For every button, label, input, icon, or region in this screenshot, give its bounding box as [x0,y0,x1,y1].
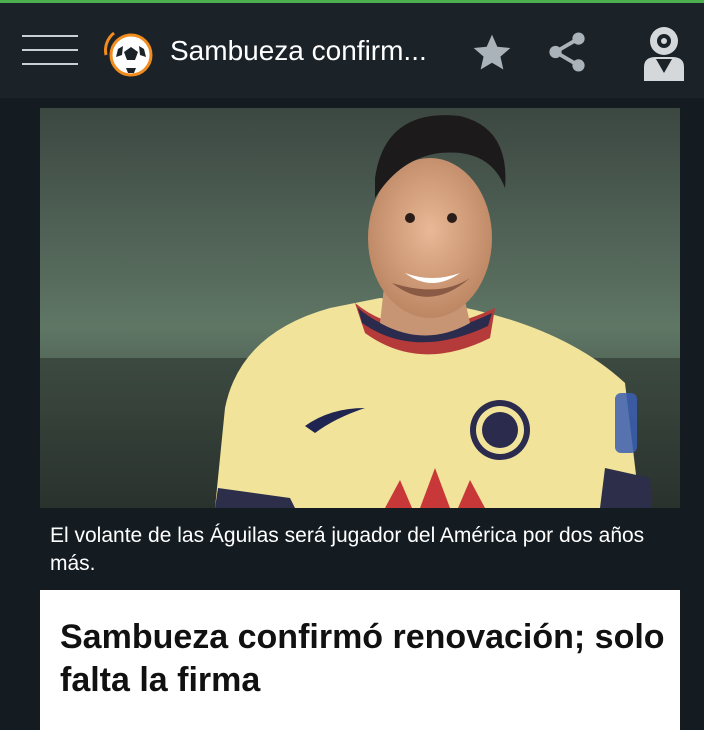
page-title: Sambueza confirm... [170,35,427,66]
profile-icon[interactable] [636,23,692,83]
menu-icon[interactable] [22,33,78,69]
article-hero-image [40,108,680,508]
article-card: Sambueza confirmó renovación; solo falta… [40,590,680,730]
article-headline: Sambueza confirmó renovación; solo falta… [60,618,665,699]
share-icon[interactable] [544,29,590,75]
image-caption: El volante de las Águilas será jugador d… [50,524,645,575]
app-bar: Sambueza confirm... [0,3,704,98]
star-icon[interactable] [470,31,514,75]
soccer-ball-logo [104,31,153,77]
